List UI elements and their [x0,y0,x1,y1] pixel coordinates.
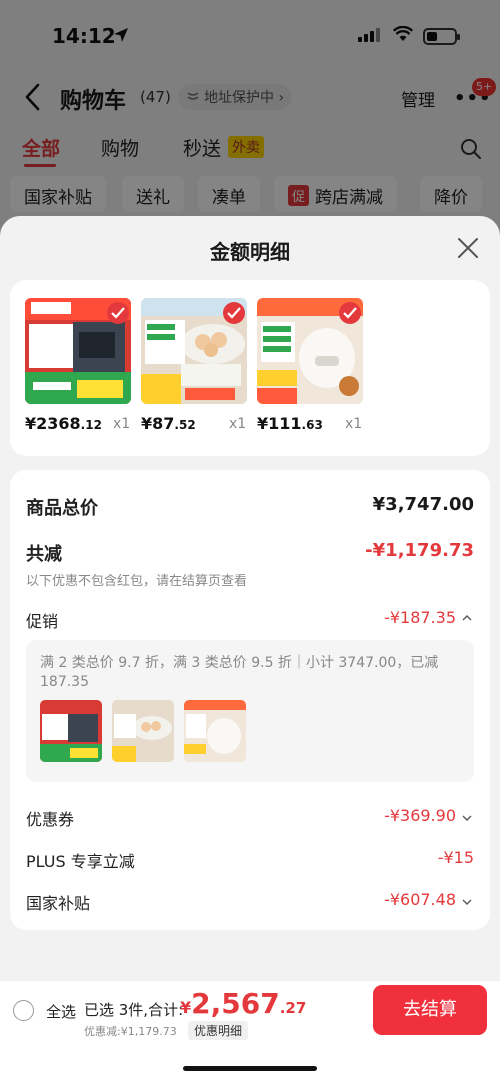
home-indicator [183,1066,317,1071]
discount-detail-button[interactable]: 优惠明细 [188,1021,249,1040]
selected-check [223,302,245,324]
check-icon [111,307,125,319]
total-reduce-note: 以下优惠不包含红包，请在结算页查看 [26,574,248,589]
total-decimal: .27 [279,999,307,1017]
product-item[interactable]: ¥111.63 x1 [257,298,369,433]
total-reduce-label: 共减 [26,544,62,565]
product-image-oven [25,298,131,404]
product-image-rice-cooker [257,298,363,404]
price-decimal: .52 [174,418,196,432]
check-icon [227,307,241,319]
selected-summary: 已选 3件,合计: [84,1001,184,1019]
goods-total-value: ¥3,747.00 [372,494,474,515]
total-currency: ¥ [180,998,192,1017]
select-all-label[interactable]: 全选 [46,1001,76,1022]
promo-row[interactable]: 促销 -¥187.35 [26,608,474,632]
total-integer: 2,567 [191,987,280,1020]
coupon-row[interactable]: 优惠券 -¥369.90 [26,806,474,830]
product-price: ¥87.52 [141,414,196,433]
product-price: ¥2368.12 [25,414,102,433]
amount-breakdown-card: 商品总价 ¥3,747.00 共减 -¥1,179.73 以下优惠不包含红包，请… [10,470,490,930]
price-decimal: .12 [80,418,102,432]
selected-check [339,302,361,324]
checkout-button[interactable]: 去结算 [373,985,487,1035]
promo-thumb-steamer [112,700,174,762]
goods-total-row: 商品总价 ¥3,747.00 [26,494,474,520]
national-subsidy-label: 国家补贴 [26,894,91,913]
sheet-title: 金额明细 [210,240,290,264]
coupon-label: 优惠券 [26,810,75,829]
chevron-down-icon [462,815,472,821]
total-price: ¥2,567.27 [180,987,306,1020]
plus-discount-row: PLUS 专享立减 -¥15 [26,848,474,872]
promo-description: 满 2 类总价 9.7 折，满 3 类总价 9.5 折｜小计 3747.00，已… [40,655,439,690]
product-item[interactable]: ¥2368.12 x1 [25,298,137,433]
goods-total-label: 商品总价 [26,498,98,519]
product-item[interactable]: ¥87.52 x1 [141,298,253,433]
plus-discount-label: PLUS 专享立减 [26,852,135,871]
total-reduce-row: 共减 -¥1,179.73 [26,540,474,566]
check-icon [343,307,357,319]
national-subsidy-row[interactable]: 国家补贴 -¥607.48 [26,890,474,914]
product-image-steamer [141,298,247,404]
product-summary-card: ¥2368.12 x1 ¥87.52 x1 ¥111.63 x1 [10,280,490,456]
price-decimal: .63 [301,418,323,432]
close-icon[interactable] [456,236,480,260]
promo-detail-box: 满 2 类总价 9.7 折，满 3 类总价 9.5 折｜小计 3747.00，已… [26,640,474,782]
coupon-value: -¥369.90 [384,806,456,825]
price-main: ¥87 [141,414,175,433]
product-qty: x1 [345,416,363,432]
plus-discount-value: -¥15 [437,848,474,867]
product-qty: x1 [229,416,247,432]
amount-detail-sheet: 金额明细 ¥2368.12 x1 ¥87.52 x1 ¥111.63 x1 商品… [0,216,500,1083]
product-price: ¥111.63 [257,414,323,433]
discount-summary: 优惠减:¥1,179.73 [84,1025,177,1038]
national-subsidy-value: -¥607.48 [384,890,456,909]
chevron-down-icon [462,899,472,905]
selected-check [107,302,129,324]
promo-thumb-oven [40,700,102,762]
promo-thumb-rice-cooker [184,700,246,762]
chevron-up-icon [462,615,472,621]
price-main: ¥111 [257,414,302,433]
promo-label: 促销 [26,612,59,631]
price-main: ¥2368 [25,414,81,433]
promo-value: -¥187.35 [384,608,456,627]
product-qty: x1 [113,416,131,432]
total-reduce-value: -¥1,179.73 [365,540,474,561]
select-all-radio[interactable] [13,1000,34,1021]
